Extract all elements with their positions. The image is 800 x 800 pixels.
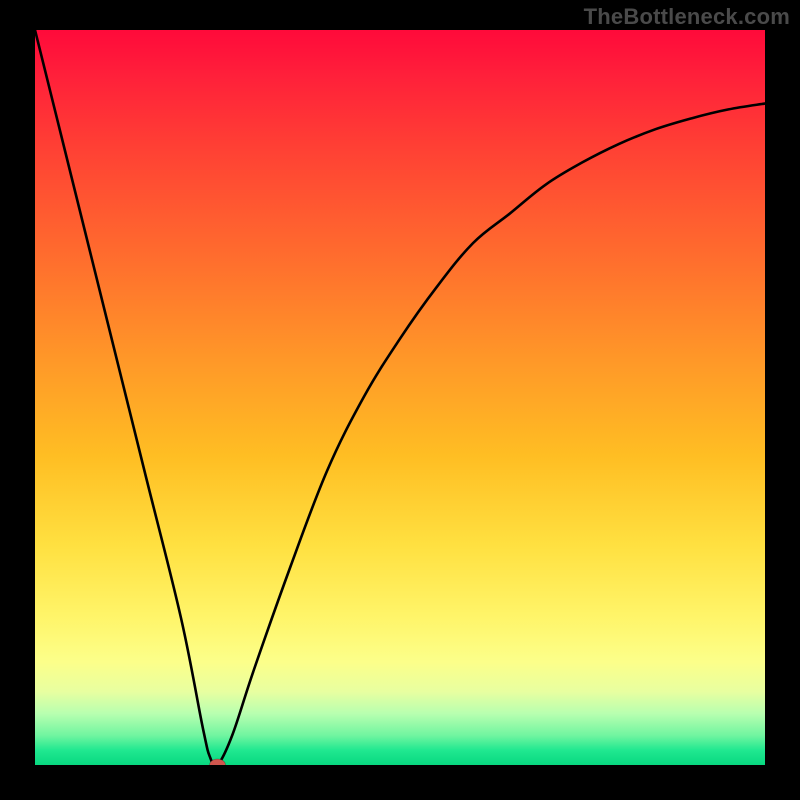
watermark-text: TheBottleneck.com bbox=[584, 4, 790, 30]
curve-svg bbox=[35, 30, 765, 765]
plot-area bbox=[35, 30, 765, 765]
chart-frame: TheBottleneck.com bbox=[0, 0, 800, 800]
bottleneck-curve-path bbox=[35, 30, 765, 765]
